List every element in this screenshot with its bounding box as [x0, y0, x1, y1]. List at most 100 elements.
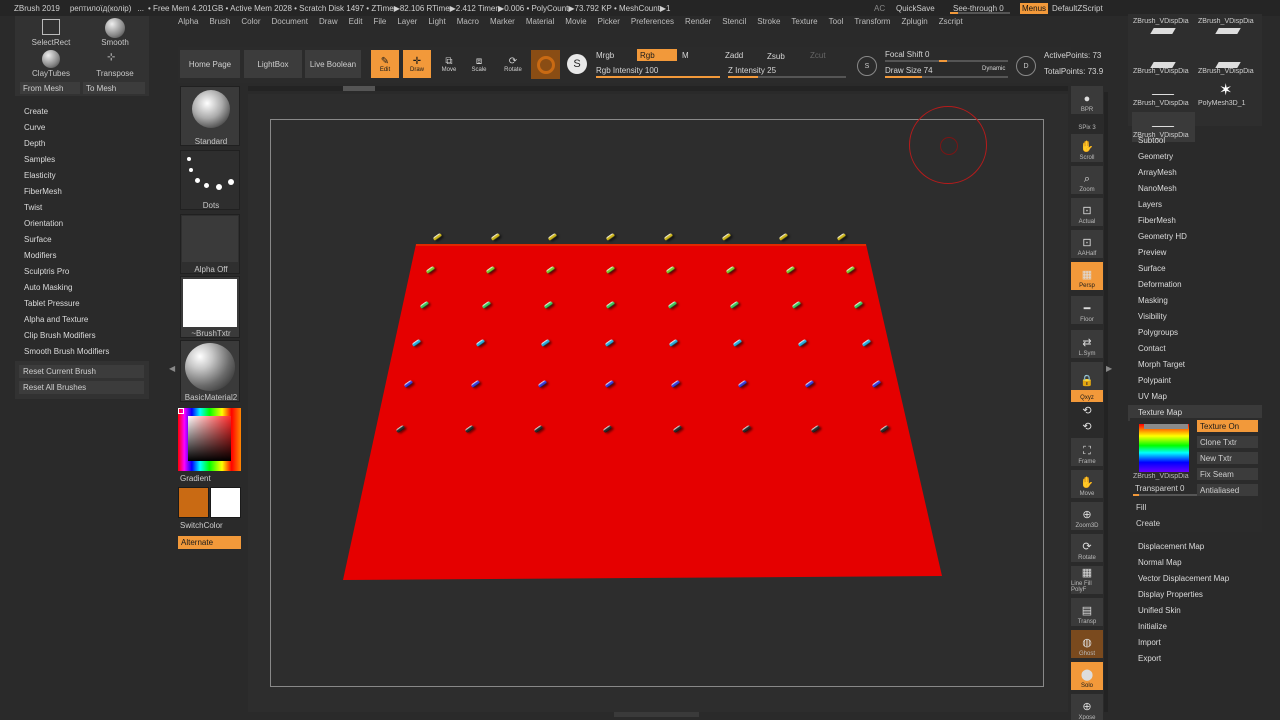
view-tool-spix-3[interactable]: SPix 3 [1071, 118, 1103, 132]
view-tool-label: Qxyz [1080, 395, 1094, 401]
view-tool-label: Scroll [1079, 155, 1095, 161]
tool-menu-item[interactable]: Preview [1128, 245, 1262, 261]
tool-menu-item[interactable]: Polypaint [1128, 373, 1262, 389]
view-tool-label: Ghost [1078, 651, 1095, 657]
view-tool-label: Line Fill PolyF [1071, 581, 1092, 593]
clone-texture-button[interactable]: Clone Txtr [1197, 436, 1258, 448]
tool-menu-item[interactable]: FiberMesh [1128, 213, 1262, 229]
view-tool-ghost[interactable]: ◍ Ghost [1071, 630, 1103, 658]
view-tool-l-sym[interactable]: ⇄ L.Sym [1071, 330, 1103, 358]
view-tool-bpr[interactable]: ● BPR [1071, 86, 1103, 114]
fill-button[interactable]: Fill [1136, 503, 1146, 512]
view-tool-move[interactable]: ✋ Move [1071, 470, 1103, 498]
subtool-name: ZBrush_VDispDia [1198, 18, 1254, 25]
tool-menu-item[interactable]: Vector Displacement Map [1128, 571, 1262, 587]
tool-menu-item[interactable]: Normal Map [1128, 555, 1262, 571]
view-tool-label: Xpose [1078, 715, 1096, 720]
view-tool-rotate[interactable]: ⟳ Rotate [1071, 534, 1103, 562]
tool-menu-item[interactable]: Geometry HD [1128, 229, 1262, 245]
subtool-name: ZBrush_VDispDia [1133, 100, 1189, 107]
tool-menu-item[interactable]: Geometry [1128, 149, 1262, 165]
view-tool-icon: ━ [1083, 303, 1091, 315]
tool-menu-item[interactable]: Display Properties [1128, 587, 1262, 603]
view-tool-qxyz[interactable]: Qxyz [1071, 390, 1103, 402]
tool-menu-item[interactable]: Import [1128, 635, 1262, 651]
view-tool-icon: ⟲ [1082, 405, 1092, 417]
tool-menu-item[interactable]: ArrayMesh [1128, 165, 1262, 181]
subtool-thumb[interactable]: ZBrush_VDispDia [1132, 80, 1195, 110]
subtool-name: PolyMesh3D_1 [1198, 100, 1246, 107]
subtool-name: ZBrush_VDispDia [1198, 68, 1254, 75]
tool-menu-item[interactable]: NanoMesh [1128, 181, 1262, 197]
tool-menu-item[interactable]: Contact [1128, 341, 1262, 357]
tool-menu-item[interactable]: Subtool [1128, 133, 1262, 149]
view-tool-icon: ✋ [1080, 141, 1094, 153]
antialiased-button[interactable]: Antialiased [1197, 484, 1258, 496]
view-tool-frame[interactable]: ⛶ Frame [1071, 438, 1103, 466]
view-tool-zoom3d[interactable]: ⊕ Zoom3D [1071, 502, 1103, 530]
view-tool-zoom[interactable]: ⌕ Zoom [1071, 166, 1103, 194]
subtool-thumb[interactable]: ZBrush_VDispDia [1132, 48, 1195, 78]
view-tool-label: BPR [1080, 107, 1094, 113]
view-tool-icon: 🔒 [1080, 375, 1094, 387]
tool-menu-item[interactable]: Deformation [1128, 277, 1262, 293]
view-tool-label: Move [1079, 491, 1095, 497]
tool-menu-item[interactable]: Export [1128, 651, 1262, 667]
transparent-track[interactable] [1133, 494, 1197, 496]
subtool-thumb[interactable]: ZBrush_VDispDia [1197, 16, 1260, 46]
tool-menu-item[interactable]: Masking [1128, 293, 1262, 309]
create-texture-button[interactable]: Create [1136, 519, 1160, 528]
tool-menu-item[interactable]: Visibility [1128, 309, 1262, 325]
tool-menu-item[interactable]: UV Map [1128, 389, 1262, 405]
subtool-thumb[interactable]: ✶ PolyMesh3D_1 [1197, 80, 1260, 110]
view-tool-persp[interactable]: ▦ Persp [1071, 262, 1103, 290]
view-tool-icon: ⊕ [1082, 701, 1092, 713]
subtool-thumb[interactable]: ZBrush_VDispDia [1197, 48, 1260, 78]
view-tool-actual[interactable]: ⊡ Actual [1071, 198, 1103, 226]
view-tool-button[interactable]: 🔒 [1071, 362, 1103, 390]
transparent-slider[interactable]: Transparent 0 [1135, 484, 1185, 493]
tool-menu-item[interactable]: Initialize [1128, 619, 1262, 635]
texture-map-preview[interactable] [1139, 424, 1189, 472]
subtool-thumb[interactable]: ZBrush_VDispDia [1132, 16, 1195, 46]
tool-menu-item[interactable]: Surface [1128, 261, 1262, 277]
view-tool-button[interactable]: ⟲ [1071, 406, 1103, 420]
view-tool-label: Rotate [1078, 555, 1096, 561]
pin-grid [0, 0, 890, 434]
tool-menu-item[interactable]: Layers [1128, 197, 1262, 213]
view-tool-icon: ⊡ [1082, 205, 1092, 217]
view-tool-icon: ▦ [1081, 269, 1093, 281]
collapse-right-arrow[interactable]: ▶ [1106, 364, 1112, 373]
view-tool-scroll[interactable]: ✋ Scroll [1071, 134, 1103, 162]
view-tool-label: Floor [1080, 317, 1094, 323]
view-tool-transp[interactable]: ▤ Transp [1071, 598, 1103, 626]
view-tool-label: Zoom3D [1075, 523, 1099, 529]
view-tool-solo[interactable]: ⬤ Solo [1071, 662, 1103, 690]
view-tool-aahalf[interactable]: ⊡ AAHalf [1071, 230, 1103, 258]
tool-menu-item[interactable]: Polygroups [1128, 325, 1262, 341]
view-tool-label: Solo [1080, 683, 1093, 689]
right-tools-scrollbar[interactable] [1104, 92, 1108, 712]
tool-menu-item[interactable]: Displacement Map [1128, 539, 1262, 555]
subtool-mesh-icon [1150, 28, 1176, 34]
view-tool-floor[interactable]: ━ Floor [1071, 296, 1103, 324]
view-tool-icon: ● [1083, 93, 1091, 105]
view-tool-icon: ⇄ [1082, 337, 1092, 349]
view-tool-xpose[interactable]: ⊕ Xpose [1071, 694, 1103, 720]
view-tool-icon: ▤ [1081, 605, 1093, 617]
fix-seam-button[interactable]: Fix Seam [1197, 468, 1258, 480]
texture-on-button[interactable]: Texture On [1197, 420, 1258, 432]
red-plane[interactable] [343, 244, 942, 580]
tool-menu-bottom: Displacement Map Normal Map Vector Displac… [1128, 539, 1262, 667]
view-tool-button[interactable]: ⟲ [1071, 422, 1103, 436]
subtool-mesh-icon [1215, 28, 1241, 34]
tool-menu-item[interactable]: Morph Target [1128, 357, 1262, 373]
tool-menu-item[interactable]: Unified Skin [1128, 603, 1262, 619]
texture-name: ZBrush_VDispDia [1133, 473, 1189, 480]
new-texture-button[interactable]: New Txtr [1197, 452, 1258, 464]
view-tool-line-fill-polyf[interactable]: ▦ Line Fill PolyF [1071, 566, 1103, 594]
view-tool-icon: ✋ [1080, 477, 1094, 489]
bottom-shelf-toggle[interactable] [614, 712, 699, 717]
texture-map-subpalette: ZBrush_VDispDia Transparent 0 Texture On… [1130, 418, 1262, 532]
view-tool-icon: ⛶ [1083, 445, 1091, 457]
